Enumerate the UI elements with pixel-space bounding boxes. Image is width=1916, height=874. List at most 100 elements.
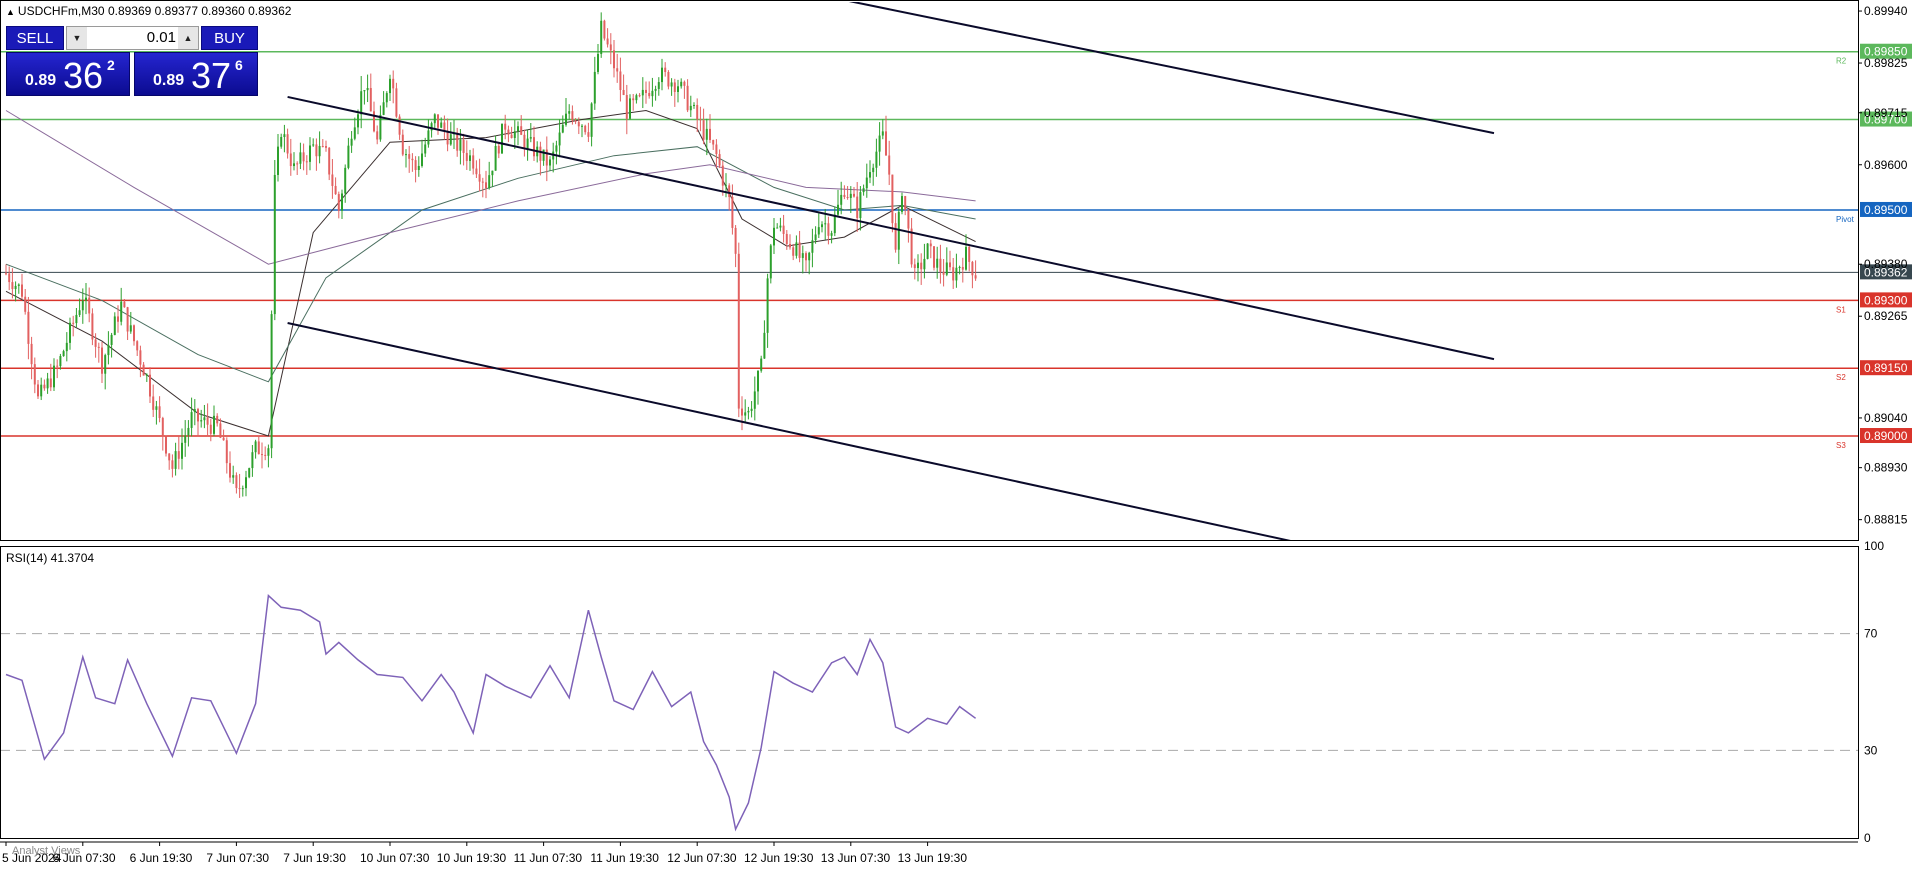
candle: [526, 129, 529, 161]
analyst-views-label[interactable]: Analyst Views: [12, 845, 80, 857]
candle: [485, 170, 487, 199]
candle: [174, 442, 177, 476]
candle: [88, 287, 91, 323]
candle: [741, 396, 743, 431]
candle: [187, 420, 190, 447]
candle: [657, 77, 660, 96]
candle: [110, 332, 113, 358]
candle: [245, 470, 247, 497]
buy-price-prefix: 0.89: [153, 72, 185, 89]
candle: [753, 376, 756, 421]
rsi-axis-tick-label: 0: [1864, 831, 1871, 845]
candle: [811, 228, 814, 268]
buy-button[interactable]: BUY: [201, 26, 258, 50]
candle: [165, 435, 167, 457]
candle: [865, 163, 868, 198]
candle: [270, 310, 273, 459]
candle: [101, 341, 103, 383]
candle: [907, 209, 910, 243]
candle: [366, 74, 369, 103]
candle: [225, 437, 228, 474]
trend-channel-line[interactable]: [832, 0, 1495, 135]
candle: [392, 70, 395, 104]
candle: [501, 123, 503, 154]
candle: [305, 155, 308, 175]
candle: [155, 400, 158, 425]
rsi-title: RSI(14) 41.3704: [6, 551, 95, 565]
candle: [251, 444, 254, 477]
collapse-triangle-icon[interactable]: ▲: [6, 7, 15, 17]
candle: [709, 114, 711, 143]
chevron-down-icon[interactable]: ▼: [67, 27, 87, 49]
price-axis-tick-label: 0.89940: [1864, 4, 1908, 18]
time-axis-tick-label: 7 Jun 07:30: [206, 851, 269, 865]
candle: [622, 74, 625, 96]
candle: [344, 164, 347, 203]
lot-size-stepper[interactable]: ▼ 0.01 ▲: [66, 26, 199, 50]
candle: [27, 296, 30, 360]
chevron-up-icon[interactable]: ▲: [178, 27, 198, 49]
candle: [21, 273, 23, 300]
candle: [558, 119, 561, 158]
price-axis-tick-label: 0.89715: [1864, 106, 1908, 120]
candle: [376, 125, 379, 145]
candle: [773, 218, 775, 255]
lot-size-input[interactable]: 0.01: [89, 27, 176, 49]
candle: [8, 266, 11, 291]
candle: [872, 163, 875, 186]
candle: [974, 260, 977, 281]
sell-button[interactable]: SELL: [6, 26, 64, 50]
candle: [219, 418, 222, 439]
candle: [104, 353, 107, 390]
sell-price-button[interactable]: 0.89 36 2: [6, 52, 130, 96]
candle: [213, 405, 215, 437]
candle: [961, 257, 964, 283]
trend-channel-line[interactable]: [287, 322, 1494, 585]
candle: [494, 135, 497, 171]
candle: [750, 401, 753, 418]
candle: [549, 156, 551, 171]
candle: [43, 379, 46, 391]
axis-layer: 0.898500.897000.895000.893620.893000.891…: [0, 0, 1912, 865]
candle: [737, 242, 740, 418]
buy-price-pip: 6: [235, 57, 243, 73]
rsi-panel-frame: [0, 546, 1859, 839]
candle: [917, 254, 919, 282]
candle: [641, 77, 644, 109]
candle: [689, 95, 692, 118]
candle: [254, 439, 257, 459]
candle: [539, 141, 542, 176]
candle: [350, 131, 353, 153]
candle: [891, 174, 894, 233]
candle: [670, 78, 673, 96]
time-axis-tick-label: 13 Jun 19:30: [898, 851, 968, 865]
price-level-label: 0.89150: [1864, 361, 1908, 375]
candle: [795, 235, 798, 259]
candle: [373, 101, 375, 133]
candle: [833, 206, 836, 237]
candle: [107, 331, 110, 365]
candle: [75, 308, 78, 328]
candle: [62, 349, 65, 357]
time-axis-tick-label: 10 Jun 19:30: [437, 851, 507, 865]
candle: [878, 122, 881, 166]
candle: [798, 230, 801, 263]
candle: [241, 485, 244, 497]
candle: [971, 260, 974, 289]
candle: [894, 213, 897, 253]
rsi-axis-tick-label: 100: [1864, 539, 1884, 553]
chart-canvas[interactable]: R2PivotS1S2S3 0.898500.897000.895000.893…: [0, 0, 1916, 874]
candle: [488, 161, 491, 190]
candle: [533, 126, 535, 161]
candle: [184, 420, 187, 457]
trend-channel-line[interactable]: [287, 95, 1495, 361]
candle: [395, 82, 398, 118]
candle: [817, 213, 820, 239]
candle: [785, 230, 788, 250]
candle: [161, 416, 164, 451]
candle: [37, 380, 39, 400]
candle: [651, 77, 654, 107]
candle: [238, 473, 241, 498]
buy-price-button[interactable]: 0.89 37 6: [134, 52, 258, 96]
candle: [289, 138, 292, 176]
